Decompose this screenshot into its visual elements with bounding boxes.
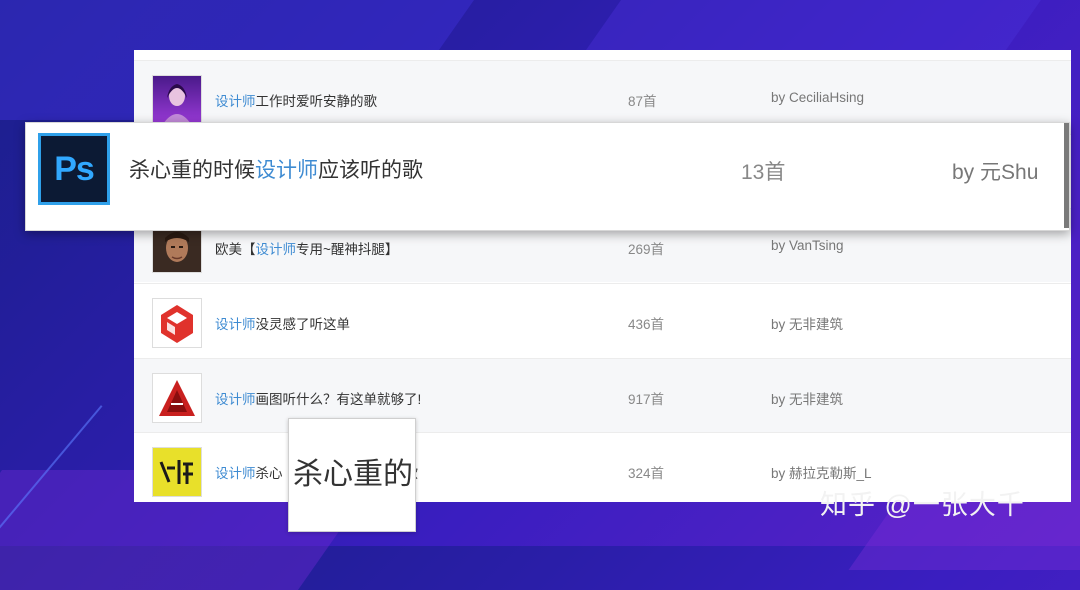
zoomed-playlist-row[interactable]: Ps 杀心重的时候设计师应该听的歌 13首 by 元Shu bbox=[25, 122, 1070, 231]
playlist-author[interactable]: by CeciliaHsing bbox=[771, 90, 864, 105]
magnifier-popup: 杀心重的 bbox=[288, 418, 416, 532]
playlist-title[interactable]: 设计师工作时爱听安静的歌 bbox=[215, 90, 377, 110]
playlist-row[interactable]: 设计师画图听什么？有这单就够了! 917首 by 无非建筑 bbox=[134, 358, 1071, 432]
autocad-logo-thumb[interactable] bbox=[152, 373, 202, 423]
sketchup-logo-thumb[interactable] bbox=[152, 298, 202, 348]
song-count: 324首 bbox=[628, 466, 665, 481]
watermark: 知乎 @一张大千 bbox=[820, 490, 1025, 520]
playlist-title[interactable]: 设计师没灵感了听这单 bbox=[215, 313, 350, 333]
song-count: 87首 bbox=[628, 94, 657, 109]
playlist-author[interactable]: by 无非建筑 bbox=[771, 388, 843, 408]
playlist-title[interactable]: 设计师画图听什么？有这单就够了! bbox=[215, 388, 421, 408]
magnified-text: 杀心重的 bbox=[293, 458, 413, 491]
playlist-title[interactable]: 杀心重的时候设计师应该听的歌 bbox=[129, 154, 423, 184]
playlist-row[interactable]: 设计师没灵感了听这单 436首 by 无非建筑 bbox=[134, 283, 1071, 357]
playlist-title[interactable]: 欧美【设计师专用~醒神抖腿】 bbox=[215, 238, 398, 258]
playlist-author[interactable]: by 元Shu bbox=[952, 156, 1038, 186]
playlist-author[interactable]: by VanTsing bbox=[771, 238, 844, 253]
song-count: 13首 bbox=[741, 161, 786, 184]
song-count: 269首 bbox=[628, 242, 665, 257]
designer-logo-thumb[interactable] bbox=[152, 447, 202, 497]
playlist-author[interactable]: by 无非建筑 bbox=[771, 313, 843, 333]
photoshop-icon[interactable]: Ps bbox=[38, 133, 110, 205]
song-count: 436首 bbox=[628, 317, 665, 332]
playlist-panel: 设计师工作时爱听安静的歌 87首 by CeciliaHsing 欧美【设计师专… bbox=[134, 50, 1071, 502]
playlist-author[interactable]: by 赫拉克勒斯_L bbox=[771, 462, 872, 482]
girl-portrait-thumb[interactable] bbox=[152, 75, 202, 125]
scrollbar-edge bbox=[1064, 123, 1069, 228]
song-count: 917首 bbox=[628, 392, 665, 407]
